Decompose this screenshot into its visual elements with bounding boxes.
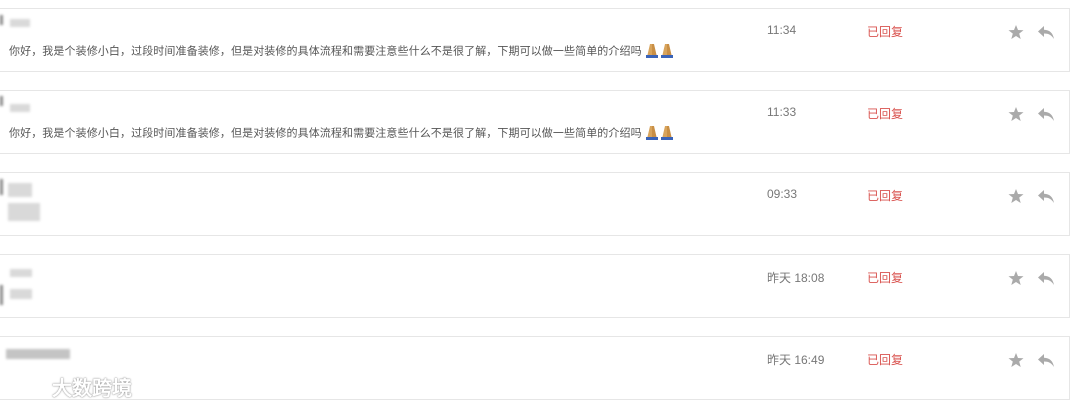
message-time: 11:34: [767, 23, 797, 37]
avatar: [0, 9, 60, 73]
star-icon[interactable]: [1008, 188, 1024, 204]
message-time: 昨天 18:08: [767, 271, 825, 285]
pray-hands-icon: [643, 124, 675, 143]
status-badge: 已回复: [867, 107, 904, 121]
avatar: [0, 91, 60, 155]
status-badge: 已回复: [867, 25, 904, 39]
watermark-logo-icon: [9, 377, 44, 394]
reply-icon[interactable]: [1037, 24, 1055, 40]
watermark: 大数跨境: [8, 373, 132, 400]
message-text: 你好，我是个装修小白，过段时间准备装修，但是对装修的具体流程和需要注意些什么不是…: [9, 124, 675, 143]
reply-icon[interactable]: [1037, 188, 1055, 204]
reply-icon[interactable]: [1037, 270, 1055, 286]
reply-icon[interactable]: [1037, 352, 1055, 368]
message-time: 昨天 16:49: [767, 353, 825, 367]
message-row[interactable]: 昨天 16:49 已回复: [0, 336, 1070, 400]
message-row[interactable]: 昨天 18:08 已回复: [0, 254, 1070, 318]
message-row[interactable]: 你好，我是个装修小白，过段时间准备装修，但是对装修的具体流程和需要注意些什么不是…: [0, 8, 1070, 72]
message-time: 11:33: [767, 105, 797, 119]
message-row[interactable]: 你好，我是个装修小白，过段时间准备装修，但是对装修的具体流程和需要注意些什么不是…: [0, 90, 1070, 154]
message-text: 你好，我是个装修小白，过段时间准备装修，但是对装修的具体流程和需要注意些什么不是…: [9, 42, 675, 61]
avatar: [0, 255, 60, 319]
star-icon[interactable]: [1008, 352, 1024, 368]
star-icon[interactable]: [1008, 24, 1024, 40]
avatar: [0, 173, 60, 237]
status-badge: 已回复: [867, 189, 904, 203]
status-badge: 已回复: [867, 271, 904, 285]
message-row[interactable]: 09:33 已回复: [0, 172, 1070, 236]
pray-hands-icon: [643, 42, 675, 61]
message-time: 09:33: [767, 187, 798, 201]
star-icon[interactable]: [1008, 106, 1024, 122]
status-badge: 已回复: [867, 353, 904, 367]
star-icon[interactable]: [1008, 270, 1024, 286]
watermark-text: 大数跨境: [52, 377, 132, 400]
reply-icon[interactable]: [1037, 106, 1055, 122]
